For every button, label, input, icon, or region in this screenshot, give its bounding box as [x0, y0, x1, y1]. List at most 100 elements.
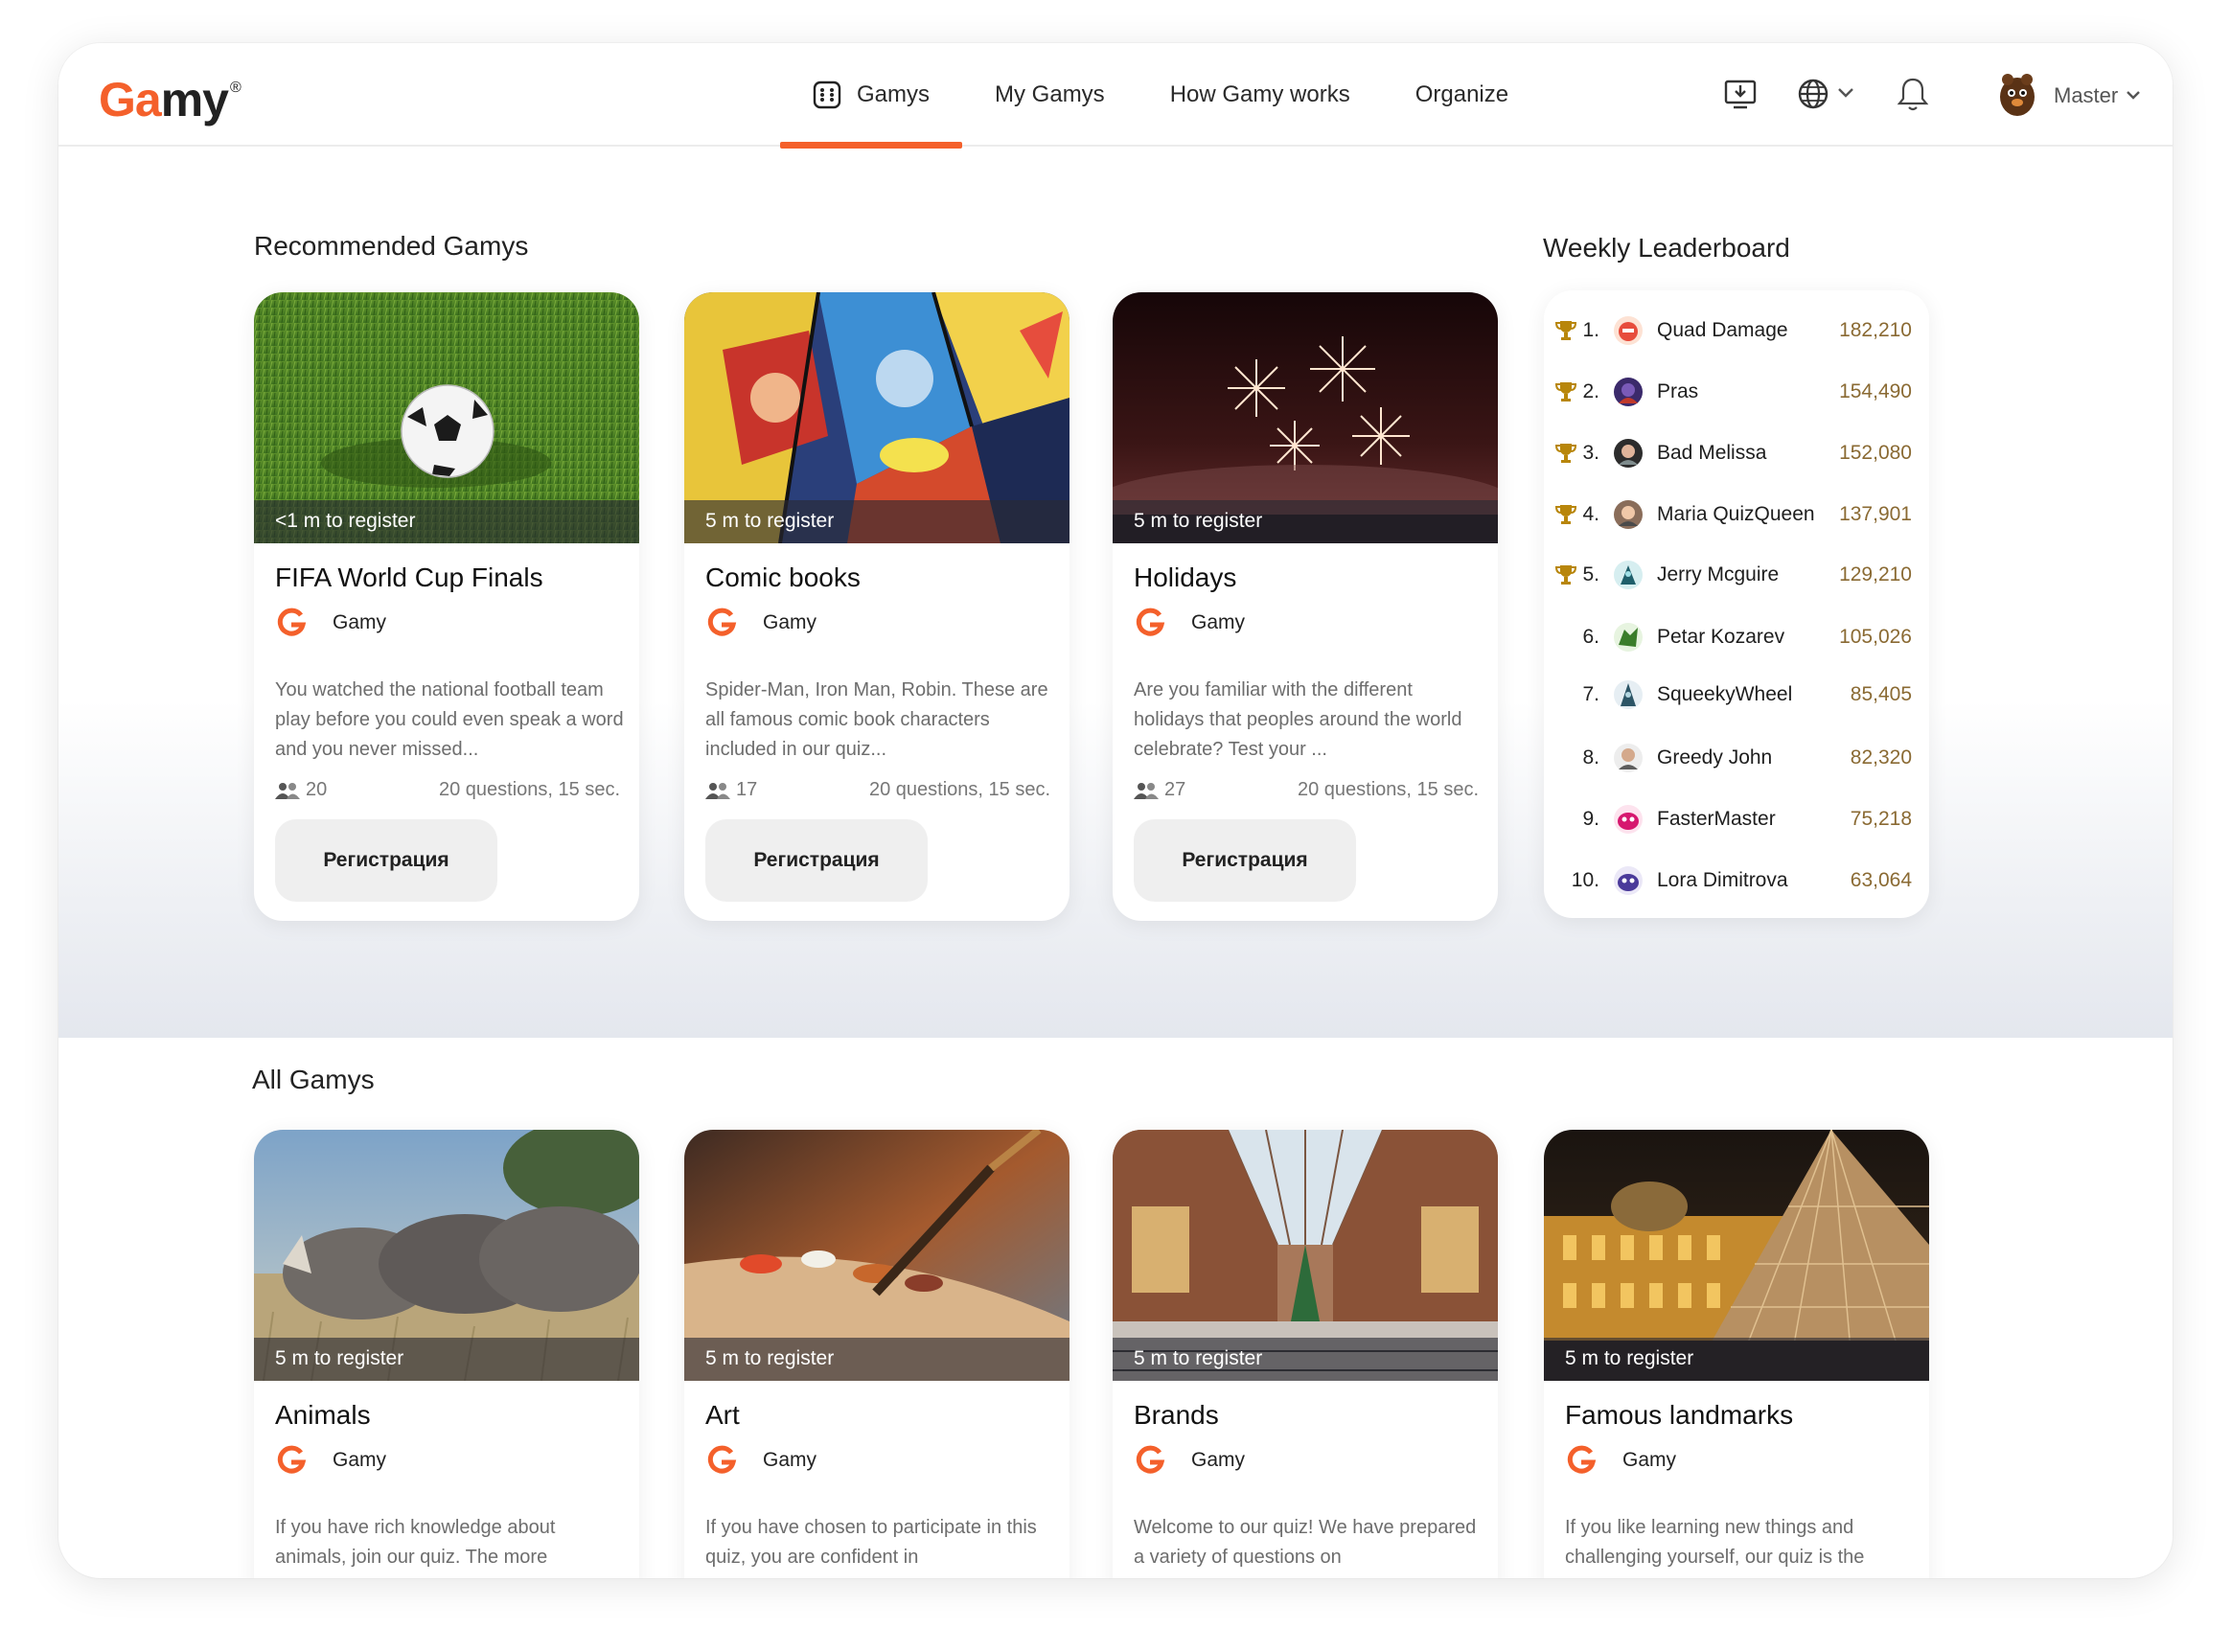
player-count: 20	[306, 779, 328, 800]
dice-icon	[813, 80, 841, 109]
card-title: Famous landmarks	[1565, 1400, 1794, 1430]
card-title: Comic books	[705, 562, 861, 592]
leaderboard-row[interactable]: 3. Bad Melissa 152,080	[1544, 434, 1929, 472]
avatar	[1614, 623, 1643, 652]
card-brand: Gamy	[705, 1444, 816, 1477]
card-meta: 17 20 questions, 15 sec.	[705, 779, 1050, 801]
nav-tab-gamys[interactable]: Gamys	[780, 43, 963, 149]
time-to-register: 5 m to register	[684, 500, 1070, 543]
card-meta: 20 20 questions, 15 sec.	[275, 779, 620, 801]
brand-name: Gamy	[1191, 611, 1246, 633]
weekly-leaderboard: 1. Quad Damage 182,210 2. Pras 154,490 3…	[1544, 290, 1929, 918]
card-brand: Gamy	[1134, 607, 1245, 639]
chevron-down-icon[interactable]	[1837, 87, 1854, 99]
avatar	[1614, 439, 1643, 468]
nav-tab-how-gamy-works[interactable]: How Gamy works	[1138, 43, 1383, 147]
time-to-register: 5 m to register	[1113, 1338, 1498, 1381]
gamy-card[interactable]: 5 m to register Art Gamy If you have cho…	[684, 1130, 1070, 1578]
avatar	[1614, 378, 1643, 406]
rank: 7.	[1582, 683, 1599, 705]
player-name: Bad Melissa	[1657, 442, 1767, 464]
rank: 10.	[1571, 869, 1599, 891]
card-description: Are you familiar with the different holi…	[1134, 679, 1462, 760]
app-window: Gamy ® Gamys My Gamys How Gamy works Orga…	[58, 43, 2173, 1578]
gamy-g-icon	[1567, 1445, 1597, 1474]
nav-tab-organize[interactable]: Organize	[1383, 43, 1541, 147]
user-name: Master	[2054, 83, 2119, 107]
card-title: Holidays	[1134, 562, 1237, 592]
avatar	[1614, 866, 1643, 895]
gamy-card[interactable]: 5 m to register Comic books Gamy Spider-…	[684, 292, 1070, 921]
leaderboard-row[interactable]: 10. Lora Dimitrova 63,064	[1544, 861, 1929, 900]
gamy-g-icon	[707, 1445, 737, 1474]
player-name: SqueekyWheel	[1657, 683, 1793, 705]
avatar	[1614, 316, 1643, 345]
card-description: If you have chosen to participate in thi…	[705, 1517, 1037, 1568]
card-description: Welcome to our quiz! We have prepared a …	[1134, 1517, 1477, 1568]
globe-icon[interactable]	[1797, 78, 1829, 110]
card-description: If you have rich knowledge about animals…	[275, 1517, 556, 1568]
gamy-logo[interactable]: Gamy ®	[99, 72, 242, 127]
card-image: 5 m to register	[1113, 1130, 1498, 1381]
card-brand: Gamy	[705, 607, 816, 639]
avatar[interactable]	[1992, 68, 2042, 118]
player-score: 182,210	[1839, 319, 1912, 341]
nav-tab-label: Organize	[1414, 81, 1509, 107]
bell-icon[interactable]	[1897, 76, 1929, 112]
install-icon[interactable]	[1724, 78, 1757, 110]
brand-name: Gamy	[333, 1449, 387, 1471]
player-score: 129,210	[1839, 563, 1912, 585]
card-title: FIFA World Cup Finals	[275, 562, 543, 592]
card-brand: Gamy	[275, 607, 386, 639]
trophy-icon	[1555, 505, 1576, 524]
player-count: 17	[736, 779, 758, 800]
player-name: Jerry Mcguire	[1657, 563, 1780, 585]
leaderboard-row[interactable]: 9. FasterMaster 75,218	[1544, 800, 1929, 838]
gamy-card[interactable]: 5 m to register Holidays Gamy Are you fa…	[1113, 292, 1498, 921]
gamy-card[interactable]: 5 m to register Brands Gamy Welcome to o…	[1113, 1130, 1498, 1578]
player-score: 154,490	[1839, 380, 1912, 402]
people-icon	[1134, 782, 1159, 799]
brand-name: Gamy	[333, 611, 387, 633]
avatar	[1614, 744, 1643, 772]
card-brand: Gamy	[1134, 1444, 1245, 1477]
gamy-g-icon	[1136, 608, 1165, 636]
nav-tab-label: Gamys	[857, 81, 931, 107]
leaderboard-row[interactable]: 7. SqueekyWheel 85,405	[1544, 676, 1929, 714]
leaderboard-row[interactable]: 5. Jerry Mcguire 129,210	[1544, 556, 1929, 594]
brand-name: Gamy	[1191, 1449, 1246, 1471]
register-button[interactable]: Регистрация	[705, 819, 928, 902]
player-score: 82,320	[1850, 746, 1912, 769]
leaderboard-row[interactable]: 2. Pras 154,490	[1544, 373, 1929, 411]
user-menu[interactable]: Master	[2054, 83, 2141, 108]
gamy-card[interactable]: 5 m to register Animals Gamy If you have…	[254, 1130, 639, 1578]
people-icon	[705, 782, 730, 799]
avatar	[1614, 561, 1643, 589]
player-name: Pras	[1657, 380, 1699, 402]
trophy-icon	[1555, 382, 1576, 402]
brand-name: Gamy	[763, 1449, 817, 1471]
question-info: 20 questions, 15 sec.	[1297, 779, 1479, 800]
nav-tab-my-gamys[interactable]: My Gamys	[962, 43, 1138, 147]
leaderboard-row[interactable]: 6. Petar Kozarev 105,026	[1544, 618, 1929, 656]
gamy-card[interactable]: 5 m to register Famous landmarks Gamy If…	[1544, 1130, 1929, 1578]
gamy-g-icon	[277, 608, 307, 636]
rank: 9.	[1582, 808, 1599, 830]
card-image: 5 m to register	[684, 1130, 1070, 1381]
time-to-register: 5 m to register	[684, 1338, 1070, 1381]
register-button[interactable]: Регистрация	[275, 819, 497, 902]
time-to-register: 5 m to register	[254, 1338, 639, 1381]
card-brand: Gamy	[275, 1444, 386, 1477]
nav-tab-label: How Gamy works	[1169, 81, 1350, 107]
rank: 1.	[1582, 319, 1599, 341]
leaderboard-row[interactable]: 1. Quad Damage 182,210	[1544, 311, 1929, 350]
leaderboard-row[interactable]: 4. Maria QuizQueen 137,901	[1544, 495, 1929, 534]
recommended-section: Recommended Gamys Weekly Leaderboard <1 …	[58, 149, 2173, 1038]
card-image: <1 m to register	[254, 292, 639, 543]
register-button[interactable]: Регистрация	[1134, 819, 1356, 902]
gamy-card[interactable]: <1 m to register FIFA World Cup Finals G…	[254, 292, 639, 921]
gamy-g-icon	[707, 608, 737, 636]
leaderboard-row[interactable]: 8. Greedy John 82,320	[1544, 739, 1929, 777]
card-image: 5 m to register	[254, 1130, 639, 1381]
time-to-register: 5 m to register	[1544, 1338, 1929, 1381]
